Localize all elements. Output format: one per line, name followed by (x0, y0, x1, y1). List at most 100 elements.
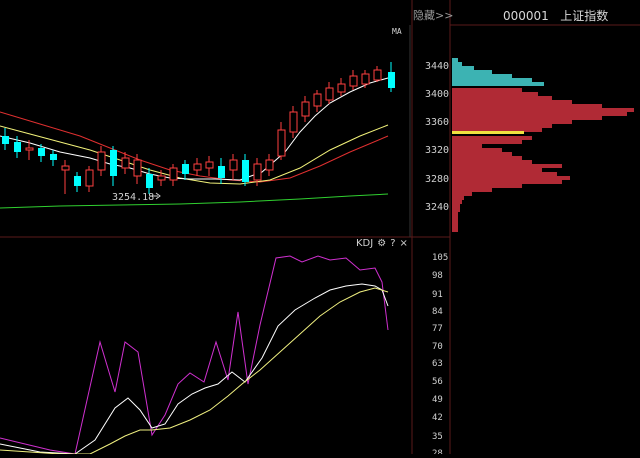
candlesticks (2, 62, 395, 194)
gear-icon[interactable]: ⚙ (377, 238, 386, 249)
candle-body (301, 101, 310, 117)
price-axis: 3440 3400 3360 3320 3280 3240 (425, 61, 449, 213)
volume-bar (452, 140, 522, 144)
candle-body (38, 148, 45, 156)
kdj-tick: 77 (432, 324, 443, 334)
stock-chart-window: 3440 3400 3360 3320 3280 3240 3254.18 MA (0, 0, 640, 458)
kdj-tick: 105 (432, 253, 448, 263)
price-tick: 3440 (425, 61, 449, 72)
volume-bar (452, 208, 460, 212)
chart-canvas[interactable]: 3440 3400 3360 3320 3280 3240 3254.18 MA (0, 0, 640, 458)
volume-bar (452, 116, 602, 120)
panel-borders (0, 0, 640, 454)
candle-body (205, 161, 214, 169)
volume-bar (452, 120, 572, 124)
volume-bar (452, 96, 552, 100)
kdj-tick: 28 (432, 449, 443, 454)
kdj-tick: 98 (432, 271, 443, 281)
candle-body (14, 142, 21, 152)
volume-bar (452, 192, 472, 196)
kdj-j-line (0, 255, 389, 455)
candle-body (25, 147, 34, 151)
kdj-tick: 70 (432, 342, 443, 352)
candle-body (182, 164, 189, 174)
price-tick: 3240 (425, 202, 449, 213)
candle-body (50, 154, 57, 160)
volume-bar (452, 224, 458, 228)
kdj-axis: 105 98 91 84 77 70 63 56 49 42 35 28 (432, 253, 448, 458)
candle-body (121, 157, 130, 169)
candle-body (277, 129, 286, 157)
volume-bar (452, 172, 557, 176)
kdj-tick: 42 (432, 413, 443, 423)
candle-body (61, 165, 70, 171)
volume-bar (452, 108, 634, 112)
volume-bar (452, 188, 492, 192)
volume-bar (452, 212, 458, 216)
candle-body (361, 73, 370, 85)
candle-body (2, 136, 9, 144)
volume-bar (452, 204, 460, 208)
candle-body (218, 166, 225, 178)
volume-bar (452, 104, 602, 108)
volume-bar (452, 156, 522, 160)
kdj-tick: 56 (432, 377, 443, 387)
ma20-line (0, 111, 389, 183)
volume-bar (452, 92, 538, 96)
volume-bar (452, 200, 462, 204)
volume-profile (452, 58, 634, 232)
candle-body (229, 159, 238, 171)
volume-bar (452, 88, 522, 92)
kdj-lines (0, 255, 389, 455)
candle-body (157, 175, 166, 181)
kdj-d-line (0, 287, 389, 455)
kdj-tick: 63 (432, 359, 443, 369)
price-tick: 3280 (425, 174, 449, 185)
candle-body (337, 83, 346, 93)
kdj-tick: 84 (432, 307, 443, 317)
volume-bar (452, 164, 562, 168)
volume-bar (452, 176, 570, 180)
price-tick: 3400 (425, 89, 449, 100)
candle-body (313, 93, 322, 107)
kdj-title[interactable]: KDJ (356, 238, 373, 249)
volume-bar (452, 196, 464, 200)
candle-body (373, 69, 382, 81)
volume-bar (452, 66, 474, 70)
volume-bar (452, 82, 544, 86)
candle-body (97, 151, 106, 171)
candle-body (289, 111, 298, 133)
close-button[interactable]: × (400, 238, 408, 249)
candle-body (388, 72, 395, 88)
volume-bar (452, 228, 458, 232)
volume-bar (452, 216, 458, 220)
stock-code: 000001 (503, 9, 549, 23)
help-button[interactable]: ? (390, 238, 395, 249)
candle-body (325, 87, 334, 101)
volume-bar (452, 220, 458, 224)
volume-bar (452, 62, 462, 66)
candle-body (349, 75, 358, 87)
ma-button[interactable]: MA (392, 27, 402, 36)
volume-bar (452, 136, 532, 140)
candle-body (110, 150, 117, 176)
volume-bar (452, 78, 532, 82)
price-tick: 3360 (425, 117, 449, 128)
volume-bar (452, 144, 482, 148)
candle-body (169, 167, 178, 181)
hide-panel-button[interactable]: 隐藏>> (413, 7, 453, 23)
ma60-line (0, 193, 389, 209)
volume-bar (452, 112, 627, 116)
volume-bar (452, 148, 502, 152)
kdj-tick: 49 (432, 395, 443, 405)
volume-bar (452, 70, 492, 74)
kdj-tick: 91 (432, 290, 443, 300)
poc-line (452, 131, 524, 134)
volume-bar (452, 180, 562, 184)
candle-body (146, 174, 153, 188)
volume-bar (452, 124, 552, 128)
candle-body (85, 169, 94, 187)
volume-bar (452, 152, 512, 156)
candle-body (133, 159, 142, 177)
stock-name: 上证指数 (560, 9, 609, 23)
